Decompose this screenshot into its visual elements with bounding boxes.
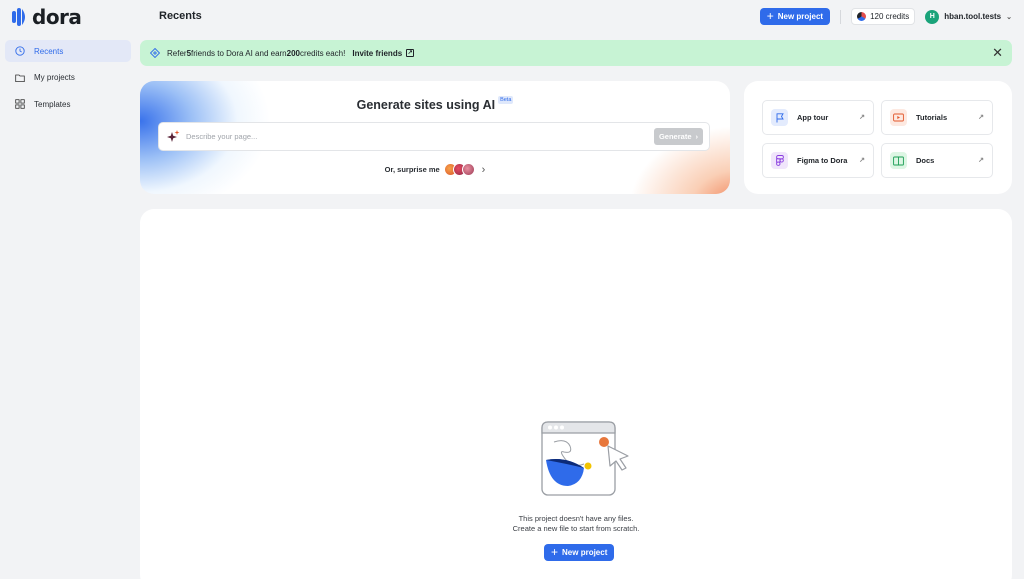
generate-button[interactable]: Generate › bbox=[653, 128, 703, 145]
arrow-up-right-icon: ↗ bbox=[859, 157, 865, 164]
sparkle-icon bbox=[167, 130, 180, 143]
chevron-right-icon: › bbox=[481, 163, 486, 176]
empty-state-new-project-button[interactable]: + New project bbox=[544, 544, 615, 561]
quick-link-label: Docs bbox=[916, 156, 935, 165]
credits-icon bbox=[857, 12, 867, 21]
sidebar-item-recents[interactable]: Recents bbox=[5, 40, 131, 62]
quick-links-card: App tour ↗ Tutorials ↗ Figma to Dora ↗ D… bbox=[744, 81, 1012, 194]
credits-badge[interactable]: 120 credits bbox=[851, 8, 916, 25]
empty-state-new-project-label: New project bbox=[562, 548, 608, 557]
sidebar-item-templates[interactable]: Templates bbox=[5, 93, 131, 115]
plus-icon: + bbox=[551, 545, 559, 559]
close-icon[interactable]: ✕ bbox=[992, 46, 1003, 59]
avatar: H bbox=[925, 9, 940, 24]
arrow-up-right-icon: ↗ bbox=[859, 114, 865, 121]
quick-link-label: Figma to Dora bbox=[797, 156, 848, 165]
banner-credit-amount: 200 bbox=[286, 48, 300, 58]
generate-title: Generate sites using AI Beta bbox=[140, 96, 730, 112]
referral-banner: Refer 5 friends to Dora AI and earn 200 … bbox=[140, 40, 1012, 66]
grid-icon bbox=[15, 99, 25, 109]
docs-link[interactable]: Docs ↗ bbox=[881, 143, 993, 178]
app-tour-link[interactable]: App tour ↗ bbox=[762, 100, 874, 135]
play-icon bbox=[890, 109, 907, 126]
quick-link-label: App tour bbox=[797, 113, 829, 122]
folder-icon bbox=[15, 73, 25, 83]
clock-icon bbox=[15, 46, 25, 56]
empty-state-line-1: This project doesn't have any files. bbox=[518, 514, 634, 523]
tutorials-link[interactable]: Tutorials ↗ bbox=[881, 100, 993, 135]
banner-text-post: credits each! bbox=[300, 48, 346, 58]
invite-friends-label: Invite friends bbox=[352, 48, 403, 58]
new-project-label: New project bbox=[777, 12, 824, 21]
logo-text: dora bbox=[32, 5, 82, 29]
empty-state-illustration-icon bbox=[540, 420, 632, 505]
user-menu[interactable]: H hban.tool.tests ⌄ bbox=[925, 9, 1012, 24]
dora-logo-icon bbox=[12, 8, 28, 26]
prompt-box: Generate › bbox=[158, 122, 710, 151]
projects-panel: This project doesn't have any files. Cre… bbox=[140, 209, 1012, 579]
surprise-me-row[interactable]: Or, surprise me › bbox=[140, 163, 730, 176]
generate-card: Generate sites using AIBeta Generate › O… bbox=[140, 81, 730, 194]
empty-state-line-2: Create a new file to start from scratch. bbox=[512, 524, 640, 533]
arrow-up-right-icon: ↗ bbox=[978, 157, 984, 164]
topbar-divider bbox=[840, 9, 842, 24]
book-icon bbox=[890, 152, 907, 169]
page-title: Recents bbox=[159, 10, 202, 22]
plus-icon: + bbox=[766, 9, 774, 23]
sidebar-item-label: My projects bbox=[34, 73, 75, 82]
banner-text-pre: Refer bbox=[167, 48, 187, 58]
generate-button-label: Generate bbox=[658, 132, 692, 141]
flower-emoji-icon bbox=[461, 163, 475, 176]
user-name: hban.tool.tests bbox=[944, 12, 1002, 21]
prompt-input[interactable] bbox=[186, 132, 654, 141]
figma-icon bbox=[771, 152, 788, 169]
sidebar-item-label: Recents bbox=[34, 46, 64, 56]
flag-icon bbox=[771, 109, 788, 126]
sidebar-item-label: Templates bbox=[34, 99, 71, 109]
credits-label: 120 credits bbox=[870, 12, 910, 21]
sidebar-item-my-projects[interactable]: My projects bbox=[5, 67, 131, 89]
new-project-button[interactable]: + New project bbox=[759, 8, 831, 25]
chevron-right-icon: › bbox=[695, 132, 699, 141]
dora-logo[interactable]: dora bbox=[12, 5, 82, 29]
invite-friends-link[interactable]: Invite friends ↗ bbox=[352, 48, 415, 58]
surprise-me-label: Or, surprise me bbox=[384, 165, 440, 174]
beta-badge: Beta bbox=[498, 96, 514, 104]
banner-text-mid: friends to Dora AI and earn bbox=[191, 48, 287, 58]
emoji-stack bbox=[443, 163, 475, 176]
sidebar: Recents My projects Templates bbox=[5, 40, 131, 120]
figma-to-dora-link[interactable]: Figma to Dora ↗ bbox=[762, 143, 874, 178]
external-link-icon: ↗ bbox=[406, 49, 415, 57]
topbar-actions: + New project 120 credits H hban.tool.te… bbox=[759, 8, 1012, 25]
quick-link-label: Tutorials bbox=[916, 113, 948, 122]
generate-title-text: Generate sites using AI bbox=[356, 98, 496, 112]
gift-icon bbox=[150, 48, 160, 58]
chevron-down-icon: ⌄ bbox=[1006, 13, 1012, 21]
arrow-up-right-icon: ↗ bbox=[978, 114, 984, 121]
